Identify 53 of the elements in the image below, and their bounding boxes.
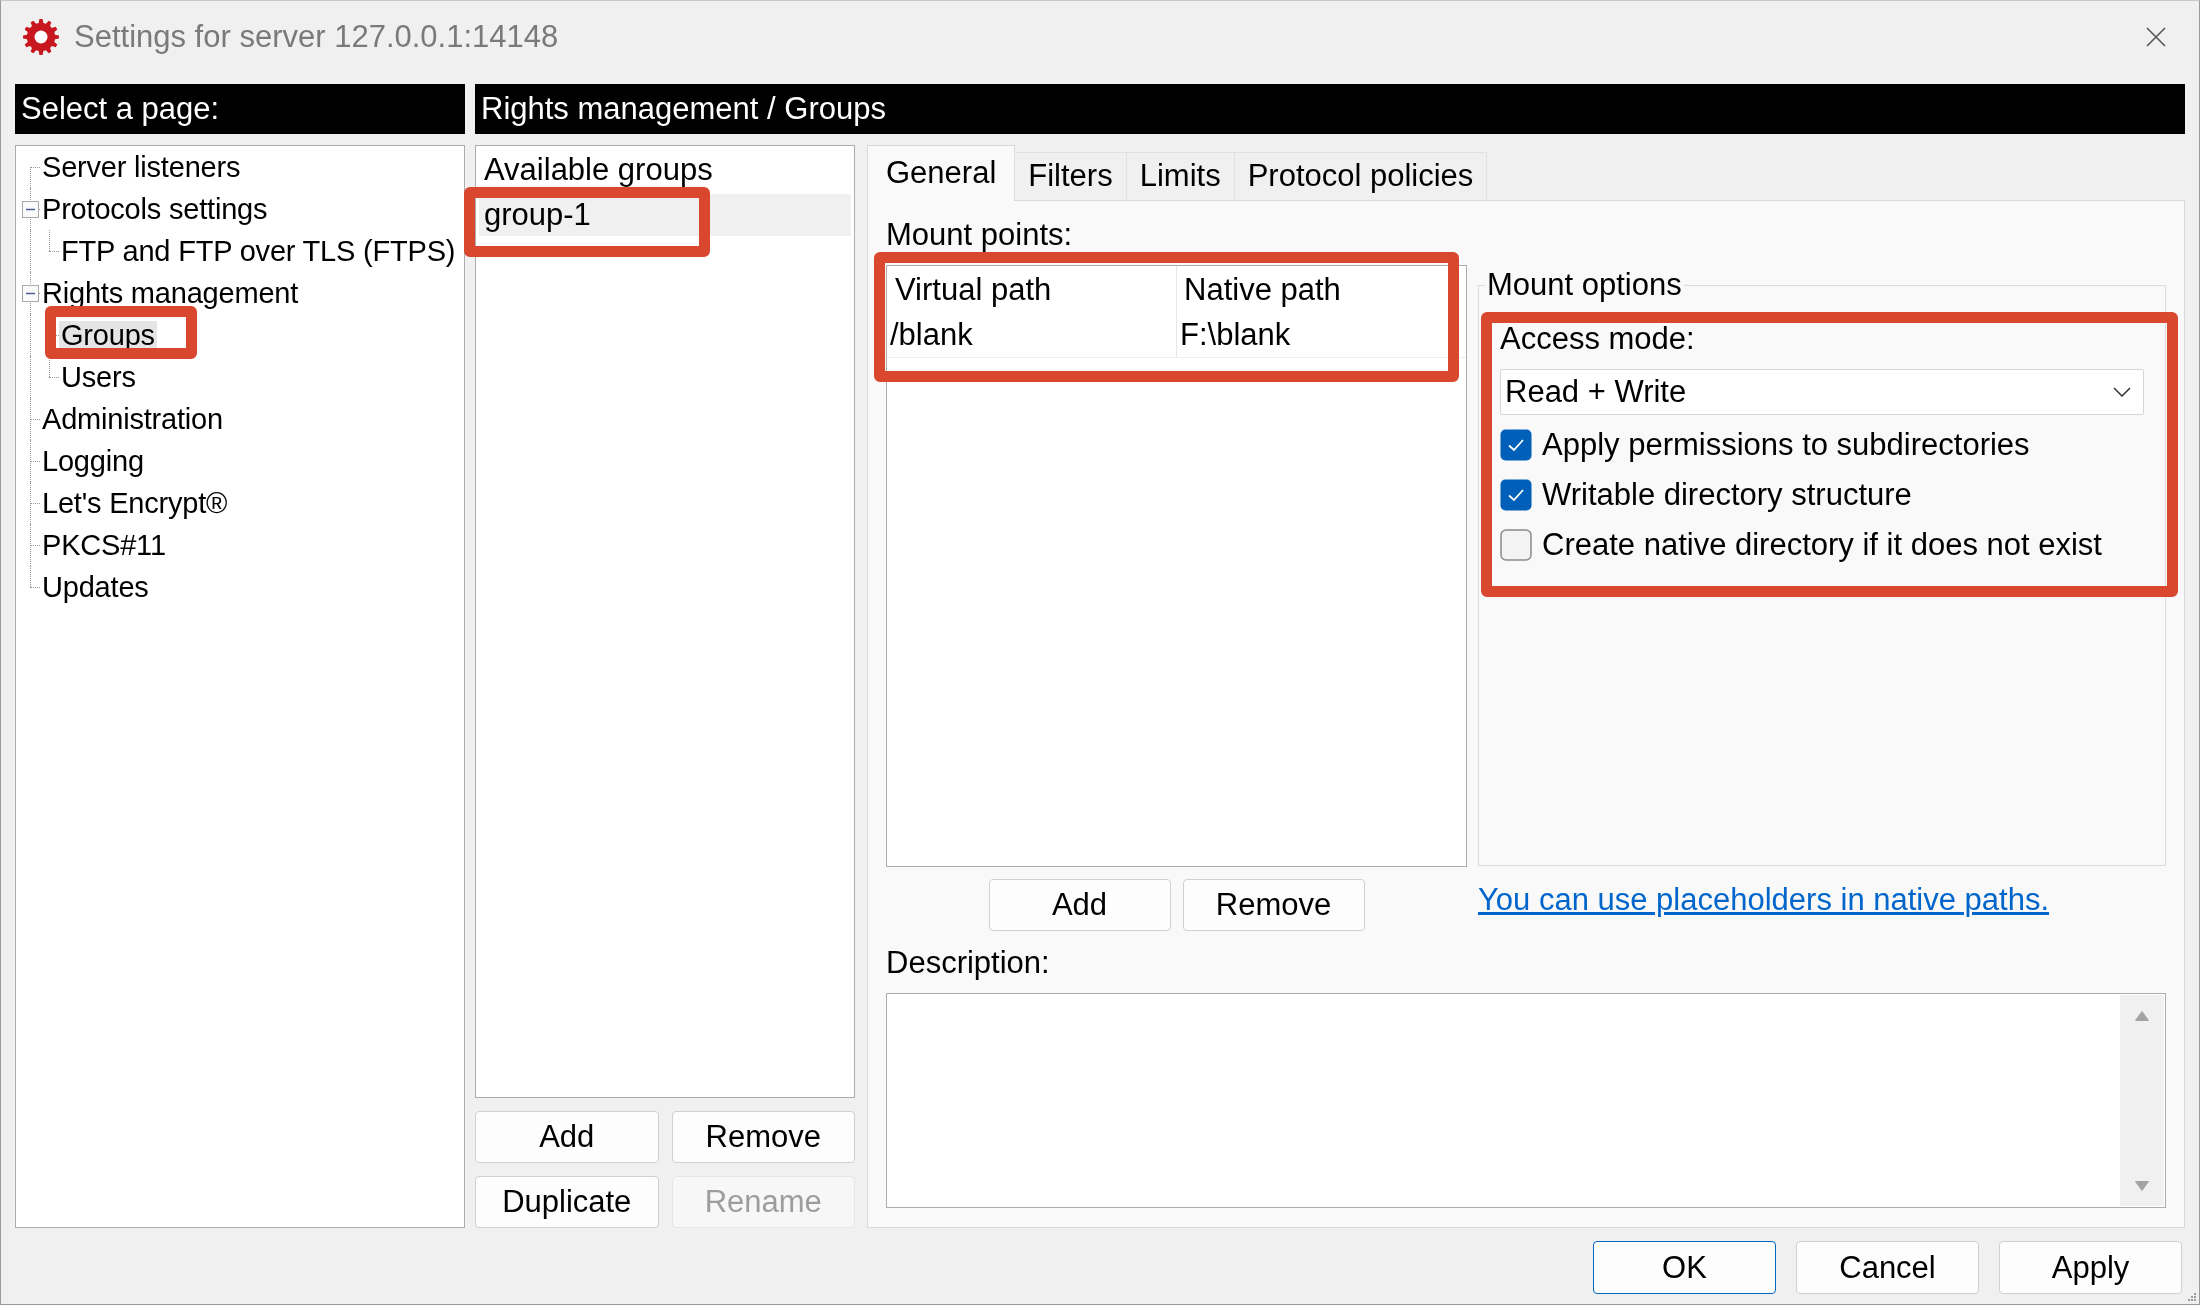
- remove-mount-button[interactable]: Remove: [1182, 879, 1365, 931]
- list-item[interactable]: group-1: [479, 194, 851, 236]
- heading-bar: Select a page:: [15, 84, 465, 134]
- heading-bar: Rights management / Groups: [475, 84, 2185, 134]
- tree-item[interactable]: Protocols settings: [40, 195, 270, 223]
- ok-button[interactable]: OK: [1593, 1241, 1776, 1294]
- access-mode-label: Access mode:: [1500, 323, 1696, 355]
- add-mount-button[interactable]: Add: [988, 879, 1171, 931]
- scroll-down-icon[interactable]: [2135, 1181, 2149, 1191]
- tree-item[interactable]: Administration: [40, 405, 225, 433]
- tree-item[interactable]: Groups: [59, 321, 157, 349]
- checkbox[interactable]: [1500, 529, 1532, 561]
- window-title: Settings for server 127.0.0.1:14148: [74, 19, 559, 55]
- checkbox[interactable]: [1500, 479, 1532, 511]
- tree-item[interactable]: Users: [59, 363, 138, 391]
- remove-group-button[interactable]: Remove: [671, 1111, 855, 1163]
- chevron-down-icon: [2113, 387, 2131, 397]
- cancel-button[interactable]: Cancel: [1796, 1241, 1979, 1294]
- column-header[interactable]: Virtual path: [887, 266, 1177, 313]
- close-icon[interactable]: [2146, 27, 2166, 47]
- placeholders-link[interactable]: You can use placeholders in native paths.: [1478, 882, 2050, 918]
- gear-icon: [23, 19, 59, 55]
- tab[interactable]: Filters: [1014, 152, 1127, 200]
- column-header[interactable]: Native path: [1177, 266, 1466, 313]
- checkbox[interactable]: [1500, 429, 1532, 461]
- tab[interactable]: General: [867, 145, 1016, 201]
- tree-item[interactable]: Rights management: [40, 279, 301, 307]
- table-cell-text: F:\blank: [1179, 316, 1292, 354]
- tree-item[interactable]: Server listeners: [40, 153, 243, 181]
- tree-item[interactable]: FTP and FTP over TLS (FTPS): [59, 237, 458, 265]
- add-group-button[interactable]: Add: [475, 1111, 659, 1163]
- resize-grip-icon[interactable]: [2187, 1292, 2197, 1302]
- duplicate-group-button[interactable]: Duplicate: [475, 1176, 659, 1228]
- scrollbar[interactable]: [2120, 995, 2164, 1206]
- tree-item[interactable]: PKCS#11: [40, 531, 168, 559]
- tree-item[interactable]: Logging: [40, 447, 146, 475]
- description-field[interactable]: [886, 993, 2166, 1208]
- collapse-icon[interactable]: [22, 201, 39, 218]
- mount-points-label: Mount points:: [886, 219, 1074, 251]
- checkbox-label[interactable]: Writable directory structure: [1542, 477, 1912, 513]
- checkbox-label[interactable]: Apply permissions to subdirectories: [1542, 427, 2030, 463]
- scroll-up-icon[interactable]: [2135, 1011, 2149, 1021]
- access-mode-dropdown[interactable]: Read + Write: [1500, 369, 2144, 415]
- tree-item[interactable]: Let's Encrypt®: [40, 489, 230, 517]
- group-title: Mount options: [1486, 269, 1683, 301]
- checkbox-label[interactable]: Create native directory if it does not exist: [1542, 527, 2102, 563]
- tab[interactable]: Protocol policies: [1233, 152, 1488, 200]
- apply-button[interactable]: Apply: [1999, 1241, 2182, 1294]
- collapse-icon[interactable]: [22, 285, 39, 302]
- description-label: Description:: [886, 947, 1051, 979]
- tree-item[interactable]: Updates: [40, 573, 151, 601]
- table-cell: /blank: [887, 313, 1177, 357]
- list-heading: Available groups: [483, 151, 714, 189]
